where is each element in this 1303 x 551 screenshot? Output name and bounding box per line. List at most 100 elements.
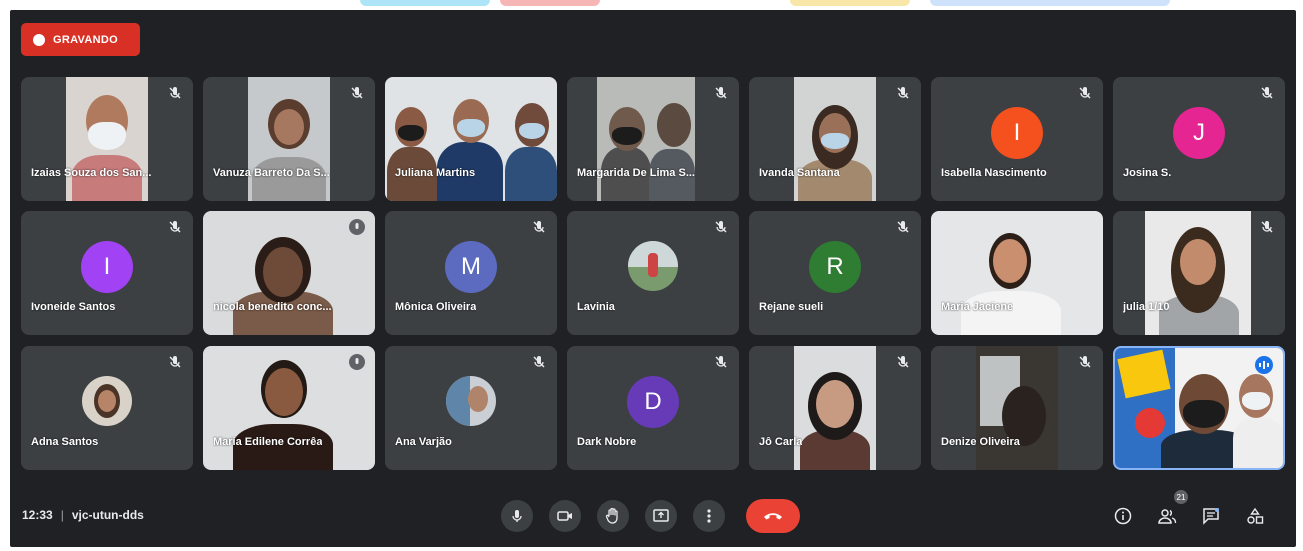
mic-off-icon xyxy=(1261,87,1273,99)
people-button[interactable] xyxy=(1153,502,1181,530)
camera-icon xyxy=(557,511,572,521)
participant-name: julia 1/10 xyxy=(1123,301,1170,313)
mic-off-icon xyxy=(169,221,181,233)
participant-avatar xyxy=(446,376,496,426)
participant-tile[interactable]: julia 1/10 xyxy=(1113,211,1285,335)
participant-tile[interactable]: I Isabella Nascimento xyxy=(931,77,1103,201)
participant-name: Ana Varjão xyxy=(395,436,452,448)
participant-name: Ivanda Santana xyxy=(759,167,840,179)
meeting-info-separator: | xyxy=(60,508,64,522)
participant-video xyxy=(794,77,876,201)
meeting-details-button[interactable] xyxy=(1109,502,1137,530)
participant-name: Jô Carla xyxy=(759,436,803,448)
end-call-icon xyxy=(764,513,782,520)
participant-tile[interactable]: I Ivoneide Santos xyxy=(21,211,193,335)
participant-name: Denize Oliveira xyxy=(941,436,1020,448)
control-bar: 12:33 | vjc-utun-dds 21 xyxy=(10,488,1296,547)
participant-name: Vanuza Barreto Da S... xyxy=(213,167,330,179)
participant-name: Maria Jaciene xyxy=(941,301,1014,313)
mic-off-icon xyxy=(715,87,727,99)
participant-tile[interactable]: M Mônica Oliveira xyxy=(385,211,557,335)
mic-off-icon xyxy=(897,221,909,233)
mic-on-icon xyxy=(349,219,365,235)
participant-name: Mônica Oliveira xyxy=(395,301,477,313)
mic-off-icon xyxy=(897,356,909,368)
top-strip-segment xyxy=(930,0,1170,6)
participant-tile[interactable]: Maria Edilene Corrêa xyxy=(203,346,375,470)
chat-button[interactable] xyxy=(1197,502,1225,530)
mic-off-icon xyxy=(715,221,727,233)
participant-tile[interactable]: Juliana Martins xyxy=(385,77,557,201)
participant-tile[interactable]: R Rejane sueli xyxy=(749,211,921,335)
participant-tile[interactable]: Jô Carla xyxy=(749,346,921,470)
speaking-indicator-icon xyxy=(1255,356,1273,374)
present-button[interactable] xyxy=(645,500,677,532)
raise-hand-button[interactable] xyxy=(597,500,629,532)
mic-off-icon xyxy=(1079,87,1091,99)
meeting-code[interactable]: vjc-utun-dds xyxy=(72,508,144,522)
activities-icon xyxy=(1247,507,1264,524)
mic-icon xyxy=(512,510,522,522)
mic-off-icon xyxy=(533,356,545,368)
participant-tile[interactable]: Adna Santos xyxy=(21,346,193,470)
mic-off-icon xyxy=(533,221,545,233)
activities-button[interactable] xyxy=(1241,502,1269,530)
participant-tile[interactable]: Lavinia xyxy=(567,211,739,335)
participant-tile[interactable]: Vanuza Barreto Da S... xyxy=(203,77,375,201)
participant-name: Maria Edilene Corrêa xyxy=(213,436,323,448)
recording-badge[interactable]: GRAVANDO xyxy=(21,23,140,56)
participant-count-badge: 21 xyxy=(1174,490,1188,504)
participant-name: nicola benedito conc... xyxy=(213,301,332,313)
participant-tile[interactable]: D Dark Nobre xyxy=(567,346,739,470)
camera-button[interactable] xyxy=(549,500,581,532)
meeting-time: 12:33 xyxy=(22,508,53,522)
mic-off-icon xyxy=(169,87,181,99)
participant-avatar: I xyxy=(81,241,133,293)
end-call-button[interactable] xyxy=(746,499,800,533)
participant-avatar: I xyxy=(991,107,1043,159)
participant-name: Izaias Souza dos San... xyxy=(31,167,152,179)
participant-tile[interactable]: Ivanda Santana xyxy=(749,77,921,201)
participant-tile[interactable]: nicola benedito conc... xyxy=(203,211,375,335)
mic-off-icon xyxy=(715,356,727,368)
participant-avatar xyxy=(628,241,678,291)
participant-video xyxy=(385,77,557,201)
participant-tile[interactable]: Margarida De Lima S... xyxy=(567,77,739,201)
participant-video xyxy=(248,77,330,201)
meeting-info: 12:33 | vjc-utun-dds xyxy=(22,508,144,522)
recording-dot-icon xyxy=(33,33,45,46)
participant-video xyxy=(1145,211,1251,335)
participant-video xyxy=(66,77,148,201)
participant-name: Margarida De Lima S... xyxy=(577,167,695,179)
self-view-tile[interactable] xyxy=(1113,346,1285,470)
participant-avatar: R xyxy=(809,241,861,293)
mic-off-icon xyxy=(351,87,363,99)
participant-tile[interactable]: Maria Jaciene xyxy=(931,211,1103,335)
top-strip-segment xyxy=(360,0,490,6)
participant-tile[interactable]: Ana Varjão xyxy=(385,346,557,470)
mic-off-icon xyxy=(897,87,909,99)
participant-name: Ivoneide Santos xyxy=(31,301,116,313)
mic-button[interactable] xyxy=(501,500,533,532)
participant-name: Adna Santos xyxy=(31,436,99,448)
meeting-window: GRAVANDO Izaias Souza dos San... Vanuza … xyxy=(10,10,1296,547)
participant-name: Lavinia xyxy=(577,301,615,313)
recording-label: GRAVANDO xyxy=(53,33,118,46)
participant-tile[interactable]: Izaias Souza dos San... xyxy=(21,77,193,201)
participant-avatar: D xyxy=(627,376,679,428)
participant-avatar: J xyxy=(1173,107,1225,159)
participant-name: Isabella Nascimento xyxy=(941,167,1047,179)
participant-name: Josina S. xyxy=(1123,167,1172,179)
people-icon xyxy=(1158,509,1177,524)
participant-tile[interactable]: Denize Oliveira xyxy=(931,346,1103,470)
participant-tile[interactable]: J Josina S. xyxy=(1113,77,1285,201)
participant-avatar: M xyxy=(445,241,497,293)
more-options-button[interactable] xyxy=(693,500,725,532)
top-strip-segment xyxy=(790,0,910,6)
participant-name: Juliana Martins xyxy=(395,167,476,179)
participant-video xyxy=(931,211,1103,335)
raise-hand-icon xyxy=(605,507,618,524)
participant-video xyxy=(794,346,876,470)
present-screen-icon xyxy=(653,509,669,522)
participant-video xyxy=(976,346,1058,470)
